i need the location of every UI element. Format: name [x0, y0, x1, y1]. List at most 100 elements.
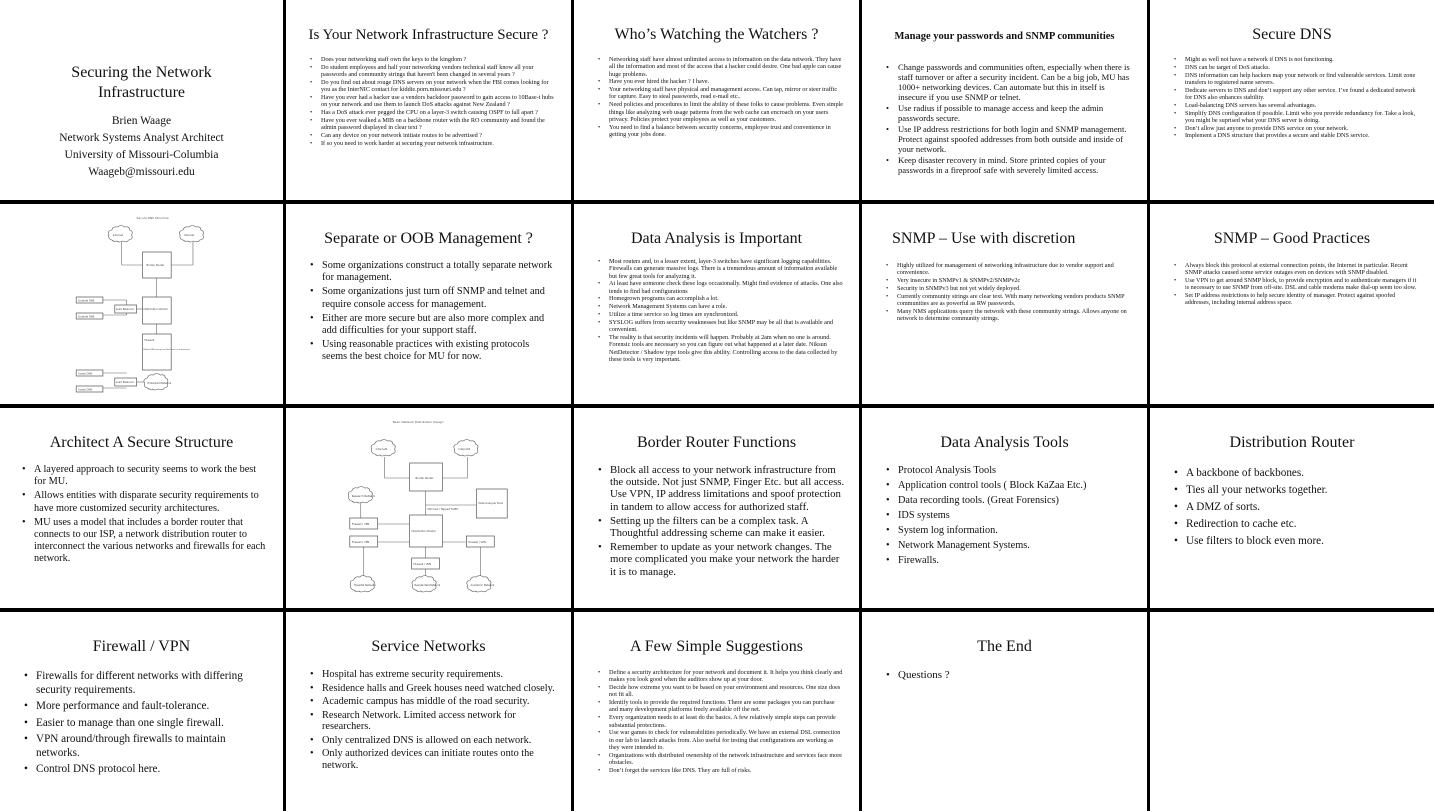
bullet-list: Does your networking staff own the keys … — [310, 56, 557, 147]
bullet-item: Always block this protocol at external c… — [1174, 262, 1420, 277]
node-label: Internet — [113, 233, 123, 237]
node-label: Load Balancer — [116, 307, 135, 311]
slide-title: Who’s Watching the Watchers ? — [614, 26, 819, 43]
bullet-item: Network Management Systems. — [886, 539, 1133, 552]
bullet-item: Network Management Systems can have a ro… — [598, 303, 845, 311]
bullet-item: IDS systems — [886, 509, 1133, 522]
bullet-item: Use filters to block even more. — [1174, 534, 1420, 548]
slide-title: SNMP – Use with discretion — [892, 230, 1076, 247]
slide-title: Firewall / VPN — [92, 638, 191, 655]
bullet-item: Homegrown programs can accomplish a lot. — [598, 295, 845, 303]
bullet-item: Security in SNMPv3 but not yet widely de… — [886, 285, 1133, 293]
author-name: Brien Waage — [111, 115, 172, 127]
bullet-item: Utilize a time service so log times are … — [598, 311, 845, 319]
bullet-item: Organizations with distributed ownership… — [598, 752, 845, 767]
bullet-list: Define a security architecture for your … — [598, 669, 845, 774]
node-label: Internet2 — [458, 447, 470, 451]
bullet-item: Do student employees and half your netwo… — [310, 64, 557, 79]
bullet-list: Protocol Analysis Tools Application cont… — [886, 464, 1133, 567]
bullet-item: Firewalls for different networks with di… — [24, 670, 269, 697]
node-label: Academic Network — [470, 583, 495, 587]
bullet-item: Allows entities with disparate security … — [22, 490, 269, 514]
slide-title: The End — [977, 638, 1032, 655]
slide-sorter-grid: Securing the Network Infrastructure Brie… — [0, 0, 1434, 811]
node-label: Distribution Router — [143, 307, 168, 311]
bullet-item: You need to find a balance between secur… — [598, 124, 845, 139]
bullet-item: Might as well not have a network if DNS … — [1174, 56, 1420, 64]
node-label: Firewall / VPN — [352, 522, 370, 526]
slide-thumbnail-8[interactable]: Data Analysis is Important Most routers … — [574, 204, 859, 404]
bullet-item: Highly utilized for management of networ… — [886, 262, 1133, 277]
node-label: Border Router — [146, 263, 165, 267]
bullet-item: Most routers and, to a lesser extent, la… — [598, 258, 845, 280]
bullet-item: Load-balancing DNS servers has several a… — [1174, 102, 1420, 110]
bullet-item: Some organizations construct a totally s… — [310, 260, 557, 284]
bullet-list: Firewalls for different networks with di… — [24, 670, 269, 777]
slide-thumbnail-1[interactable]: Securing the Network Infrastructure Brie… — [0, 0, 283, 200]
node-label: Residential Network — [415, 583, 441, 587]
bullet-item: Protocol Analysis Tools — [886, 464, 1133, 477]
slide-thumbnail-3[interactable]: Who’s Watching the Watchers ? Networking… — [574, 0, 859, 200]
slide-title: Is Your Network Infrastructure Secure ? — [308, 27, 549, 43]
slide-title: Border Router Functions — [636, 434, 797, 451]
bullet-item: Only authorized devices can initiate rou… — [310, 748, 557, 771]
diagram-title: Secure DNS Structure — [137, 216, 169, 220]
slide-thumbnail-16[interactable]: Firewall / VPN Firewalls for different n… — [0, 612, 283, 811]
node-label: Distribution Router — [412, 529, 437, 533]
slide-thumbnail-15[interactable]: Distribution Router A backbone of backbo… — [1150, 408, 1434, 608]
node-label: Outside DNS — [78, 314, 95, 318]
bullet-item: Don’t allow just anyone to provide DNS s… — [1174, 125, 1420, 133]
node-label: Border Router — [416, 476, 435, 480]
slide-thumbnail-12[interactable]: Basic Network Distribution Design Intern… — [286, 408, 571, 608]
bullet-item: Currently community strings are clear te… — [886, 293, 1133, 308]
bullet-item: Simplify DNS configuration if possible. … — [1174, 110, 1420, 125]
bullet-item: At least have someone check these logs o… — [598, 280, 845, 295]
slide-thumbnail-19[interactable]: The End Questions ? — [862, 612, 1147, 811]
bullet-item: Use VPN to get around SNMP block, to pro… — [1174, 277, 1420, 292]
slide-title: Manage your passwords and SNMP communiti… — [894, 31, 1115, 42]
bullet-item: Dedicate servers to DNS and don’t suppor… — [1174, 87, 1420, 102]
slide-title: Separate or OOB Management ? — [324, 230, 533, 247]
node-label: Data Analysis Tools — [478, 501, 503, 505]
slide-thumbnail-5[interactable]: Secure DNS Might as well not have a netw… — [1150, 0, 1434, 200]
bullet-item: Use radius if possible to manage access … — [886, 103, 1133, 123]
slide-thumbnail-2[interactable]: Is Your Network Infrastructure Secure ? … — [286, 0, 571, 200]
node-label: Inside DNS — [78, 371, 92, 375]
slide-thumbnail-18[interactable]: A Few Simple Suggestions Define a securi… — [574, 612, 859, 811]
network-distribution-diagram: Basic Network Distribution Design Intern… — [286, 408, 571, 608]
bullet-item: DNS can be target of DoS attacks. — [1174, 64, 1420, 72]
node-label: Firewall / VPN — [414, 562, 432, 566]
bullet-item: SYSLOG suffers from security weaknesses … — [598, 319, 845, 334]
bullet-item: Only centralized DNS is allowed on each … — [310, 735, 557, 747]
diagram-title: Basic Network Distribution Design — [393, 420, 444, 424]
bullet-item: If so you need to work harder at securin… — [310, 140, 557, 148]
slide-thumbnail-10[interactable]: SNMP – Good Practices Always block this … — [1150, 204, 1434, 404]
empty-slide-slot — [1150, 612, 1434, 811]
slide-thumbnail-14[interactable]: Data Analysis Tools Protocol Analysis To… — [862, 408, 1147, 608]
bullet-item: DNS information can help hackers map you… — [1174, 72, 1420, 87]
node-label: Hospital Network — [354, 583, 377, 587]
slide-thumbnail-11[interactable]: Architect A Secure Structure A layered a… — [0, 408, 283, 608]
slide-thumbnail-4[interactable]: Manage your passwords and SNMP communiti… — [862, 0, 1147, 200]
node-label: Firewall / VPN — [468, 540, 486, 544]
slide-thumbnail-9[interactable]: SNMP – Use with discretion Highly utiliz… — [862, 204, 1147, 404]
slide-thumbnail-13[interactable]: Border Router Functions Block all access… — [574, 408, 859, 608]
bullet-item: Use war games to check for vulnerabiliti… — [598, 729, 845, 751]
bullet-list: Highly utilized for management of networ… — [886, 262, 1133, 322]
bullet-list: A layered approach to security seems to … — [22, 464, 269, 566]
bullet-item: A DMZ of sorts. — [1174, 500, 1420, 514]
slide-thumbnail-17[interactable]: Service Networks Hospital has extreme se… — [286, 612, 571, 811]
bullet-list: Hospital has extreme security requiremen… — [310, 669, 557, 771]
node-label: Mirrored / Tapped Traffic — [428, 507, 460, 511]
node-label: Inside DNS — [78, 387, 92, 391]
slide-title: A Few Simple Suggestions — [630, 638, 803, 655]
bullet-item: Keep disaster recovery in mind. Store pr… — [886, 155, 1133, 175]
slide-thumbnail-7[interactable]: Separate or OOB Management ? Some organi… — [286, 204, 571, 404]
slide-thumbnail-6[interactable]: Secure DNS Structure Internet Internet B… — [0, 204, 283, 404]
bullet-list: Always block this protocol at external c… — [1174, 262, 1420, 307]
bullet-item: Define a security architecture for your … — [598, 669, 845, 684]
slide-title: Architect A Secure Structure — [49, 434, 234, 451]
bullet-list: Most routers and, to a lesser extent, la… — [598, 258, 845, 363]
bullet-item: Have you ever had a hacker use a vendors… — [310, 94, 557, 109]
node-label: Research Network — [352, 494, 376, 498]
